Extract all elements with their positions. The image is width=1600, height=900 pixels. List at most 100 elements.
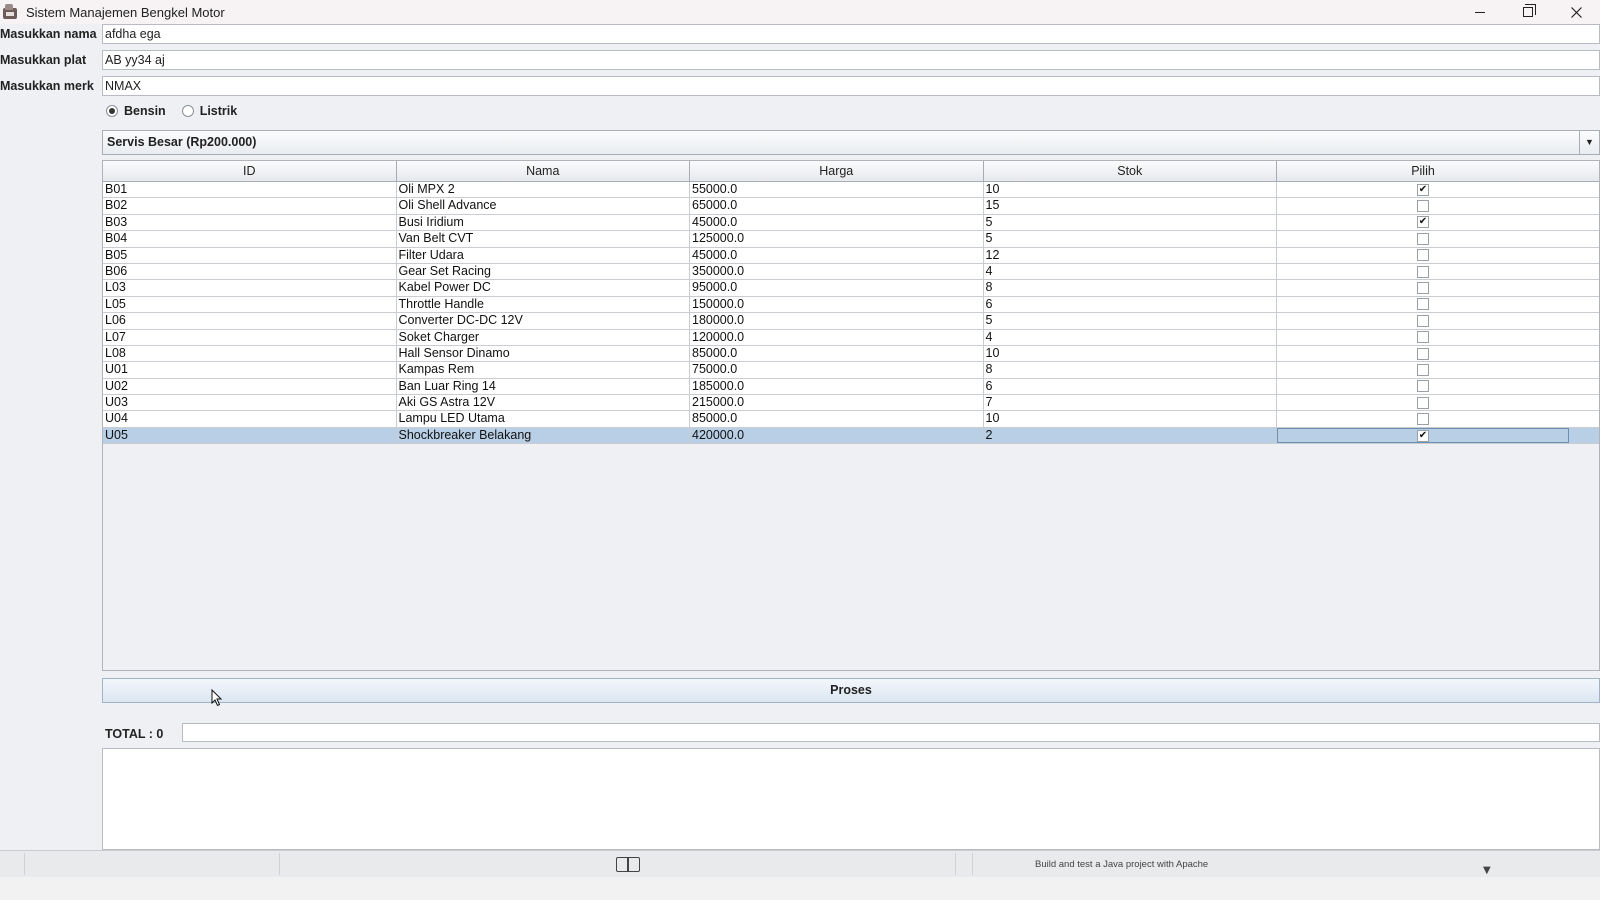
cell-pilih[interactable] bbox=[1277, 346, 1569, 361]
cell-nama[interactable]: Aki GS Astra 12V bbox=[397, 395, 690, 411]
table-row[interactable]: U04 Lampu LED Utama 85000.0 10 bbox=[103, 411, 1599, 428]
cell-stok[interactable]: 10 bbox=[984, 345, 1277, 362]
cell-id[interactable]: B03 bbox=[103, 214, 397, 231]
radio-listrik[interactable]: Listrik bbox=[181, 104, 237, 118]
cell-stok[interactable]: 5 bbox=[984, 214, 1277, 231]
cell-stok[interactable]: 4 bbox=[984, 329, 1277, 345]
cell-pilih[interactable] bbox=[1277, 198, 1569, 213]
cell-pilih[interactable] bbox=[1277, 313, 1569, 328]
select-checkbox[interactable] bbox=[1417, 298, 1429, 311]
cell-nama[interactable]: Hall Sensor Dinamo bbox=[397, 345, 690, 362]
cell-harga[interactable]: 180000.0 bbox=[690, 313, 984, 329]
cell-harga[interactable]: 45000.0 bbox=[690, 214, 984, 231]
table-row[interactable]: U02 Ban Luar Ring 14 185000.0 6 bbox=[103, 378, 1599, 396]
dropdown-button[interactable]: ▼ bbox=[1579, 131, 1599, 154]
cell-stok[interactable]: 10 bbox=[984, 411, 1277, 427]
table-row[interactable]: U05 Shockbreaker Belakang 420000.0 2 ✔ bbox=[103, 427, 1599, 445]
cell-id[interactable]: U05 bbox=[103, 427, 397, 444]
cell-harga[interactable]: 55000.0 bbox=[690, 182, 984, 198]
select-checkbox[interactable] bbox=[1417, 363, 1429, 376]
cell-stok[interactable]: 5 bbox=[984, 231, 1277, 247]
brand-field[interactable]: NMAX bbox=[102, 76, 1600, 96]
select-checkbox[interactable] bbox=[1417, 396, 1429, 409]
cell-pilih[interactable] bbox=[1277, 248, 1569, 263]
select-checkbox[interactable] bbox=[1417, 249, 1429, 262]
select-checkbox[interactable] bbox=[1417, 331, 1429, 344]
select-checkbox[interactable]: ✔ bbox=[1417, 183, 1429, 196]
cell-stok[interactable]: 12 bbox=[984, 247, 1277, 263]
cell-harga[interactable]: 45000.0 bbox=[690, 247, 984, 263]
cell-harga[interactable]: 95000.0 bbox=[690, 280, 984, 296]
cell-nama[interactable]: Lampu LED Utama bbox=[397, 411, 690, 427]
cell-nama[interactable]: Oli MPX 2 bbox=[397, 182, 690, 198]
book-icon[interactable] bbox=[616, 857, 642, 874]
cell-pilih[interactable]: ✔ bbox=[1277, 427, 1569, 444]
column-header-pilih[interactable]: Pilih bbox=[1277, 161, 1569, 181]
cell-harga[interactable]: 185000.0 bbox=[690, 378, 984, 395]
cell-harga[interactable]: 85000.0 bbox=[690, 411, 984, 427]
select-checkbox[interactable] bbox=[1417, 232, 1429, 245]
select-checkbox[interactable] bbox=[1417, 380, 1429, 393]
cell-id[interactable]: L07 bbox=[103, 329, 397, 345]
cell-id[interactable]: B02 bbox=[103, 198, 397, 214]
cell-pilih[interactable] bbox=[1277, 330, 1569, 345]
cell-stok[interactable]: 15 bbox=[984, 198, 1277, 214]
cell-id[interactable]: B05 bbox=[103, 247, 397, 263]
table-row[interactable]: B01 Oli MPX 2 55000.0 10 ✔ bbox=[103, 182, 1599, 199]
process-button[interactable]: Proses bbox=[102, 678, 1600, 703]
cell-nama[interactable]: Gear Set Racing bbox=[397, 263, 690, 280]
column-header-nama[interactable]: Nama bbox=[397, 161, 690, 181]
column-header-stok[interactable]: Stok bbox=[984, 161, 1277, 181]
plate-field[interactable]: AB yy34 aj bbox=[102, 50, 1600, 70]
cell-pilih[interactable]: ✔ bbox=[1277, 215, 1569, 230]
cell-stok[interactable]: 2 bbox=[984, 427, 1277, 444]
cell-harga[interactable]: 350000.0 bbox=[690, 263, 984, 280]
total-field[interactable] bbox=[182, 723, 1600, 742]
table-row[interactable]: B06 Gear Set Racing 350000.0 4 bbox=[103, 263, 1599, 281]
cell-stok[interactable]: 10 bbox=[984, 182, 1277, 198]
cell-nama[interactable]: Kampas Rem bbox=[397, 362, 690, 378]
cell-nama[interactable]: Oli Shell Advance bbox=[397, 198, 690, 214]
table-row[interactable]: U01 Kampas Rem 75000.0 8 bbox=[103, 362, 1599, 379]
service-select[interactable]: Servis Besar (Rp200.000) ▼ bbox=[102, 130, 1600, 155]
cell-nama[interactable]: Converter DC-DC 12V bbox=[397, 313, 690, 329]
select-checkbox[interactable] bbox=[1417, 347, 1429, 360]
cell-stok[interactable]: 6 bbox=[984, 296, 1277, 313]
table-row[interactable]: U03 Aki GS Astra 12V 215000.0 7 bbox=[103, 395, 1599, 412]
cell-id[interactable]: B01 bbox=[103, 182, 397, 198]
cell-nama[interactable]: Busi Iridium bbox=[397, 214, 690, 231]
table-row[interactable]: L03 Kabel Power DC 95000.0 8 bbox=[103, 280, 1599, 297]
select-checkbox[interactable] bbox=[1417, 265, 1429, 278]
table-row[interactable]: L08 Hall Sensor Dinamo 85000.0 10 bbox=[103, 345, 1599, 363]
cell-pilih[interactable] bbox=[1277, 379, 1569, 394]
close-button[interactable] bbox=[1552, 0, 1600, 24]
cell-nama[interactable]: Filter Udara bbox=[397, 247, 690, 263]
output-textarea[interactable] bbox=[102, 748, 1600, 850]
radio-button[interactable] bbox=[106, 105, 118, 117]
cell-pilih[interactable] bbox=[1277, 231, 1569, 246]
cell-stok[interactable]: 6 bbox=[984, 378, 1277, 395]
column-header-harga[interactable]: Harga bbox=[690, 161, 984, 181]
cell-id[interactable]: U04 bbox=[103, 411, 397, 427]
table-row[interactable]: L07 Soket Charger 120000.0 4 bbox=[103, 329, 1599, 346]
cell-nama[interactable]: Kabel Power DC bbox=[397, 280, 690, 296]
cell-pilih[interactable]: ✔ bbox=[1277, 182, 1569, 197]
cell-id[interactable]: L03 bbox=[103, 280, 397, 296]
cell-stok[interactable]: 5 bbox=[984, 313, 1277, 329]
cell-pilih[interactable] bbox=[1277, 264, 1569, 279]
minimize-button[interactable] bbox=[1456, 0, 1504, 24]
cell-pilih[interactable] bbox=[1277, 362, 1569, 377]
cell-pilih[interactable] bbox=[1277, 411, 1569, 426]
table-row[interactable]: B05 Filter Udara 45000.0 12 bbox=[103, 247, 1599, 264]
cell-stok[interactable]: 4 bbox=[984, 263, 1277, 280]
cell-stok[interactable]: 7 bbox=[984, 395, 1277, 411]
cell-nama[interactable]: Ban Luar Ring 14 bbox=[397, 378, 690, 395]
cell-stok[interactable]: 8 bbox=[984, 280, 1277, 296]
select-checkbox[interactable] bbox=[1417, 282, 1429, 295]
cell-id[interactable]: U02 bbox=[103, 378, 397, 395]
cell-id[interactable]: B06 bbox=[103, 263, 397, 280]
cell-stok[interactable]: 8 bbox=[984, 362, 1277, 378]
cell-nama[interactable]: Throttle Handle bbox=[397, 296, 690, 313]
cell-pilih[interactable] bbox=[1277, 280, 1569, 295]
cell-harga[interactable]: 75000.0 bbox=[690, 362, 984, 378]
